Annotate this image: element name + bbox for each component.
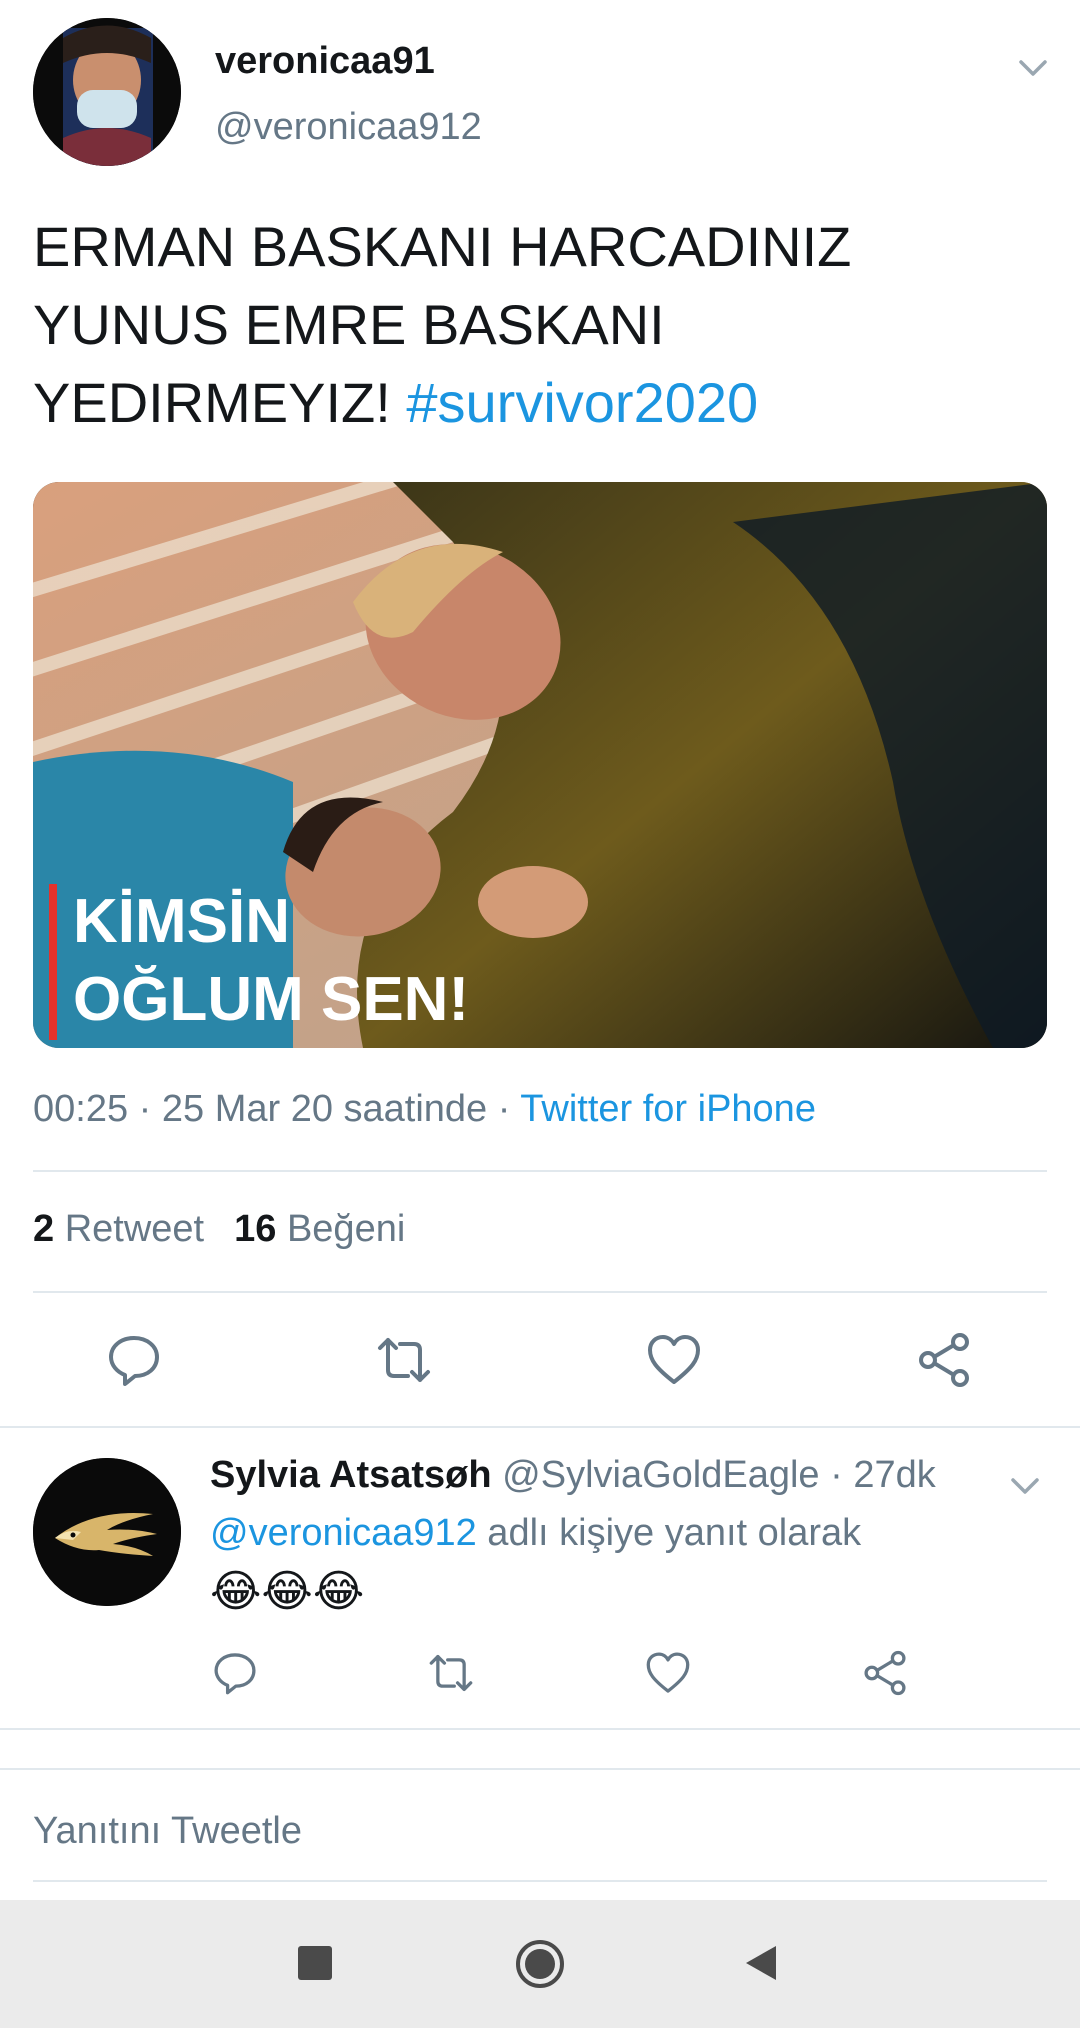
media-caption-line1: KİMSİN — [73, 887, 290, 956]
tweet-text-line-end: YEDIRMEYIZ! — [33, 371, 391, 434]
back-button[interactable] — [744, 1944, 778, 1982]
reply-icon[interactable] — [212, 1650, 258, 1696]
tweet-media-image[interactable]: KİMSİN OĞLUM SEN! — [33, 482, 1047, 1048]
system-navigation-bar — [0, 1900, 1080, 2028]
chevron-down-icon[interactable] — [1013, 48, 1053, 88]
divider — [33, 1291, 1047, 1293]
divider — [0, 1768, 1080, 1770]
compose-reply-input[interactable]: Yanıtını Tweetle — [33, 1810, 302, 1853]
divider — [33, 1170, 1047, 1172]
tweet-timestamp: 00:25 · 25 Mar 20 saatinde · Twitter for… — [33, 1088, 816, 1131]
divider — [0, 1728, 1080, 1730]
chevron-down-icon[interactable] — [1005, 1466, 1045, 1506]
author-handle[interactable]: @veronicaa912 — [215, 106, 482, 149]
heart-icon[interactable] — [645, 1650, 691, 1696]
like-count[interactable]: 16 — [234, 1208, 276, 1250]
retweet-label[interactable]: Retweet — [65, 1208, 204, 1250]
tweet-text-line: YEDIRMEYIZ! #survivor2020 — [33, 364, 1033, 442]
share-icon[interactable] — [916, 1332, 972, 1388]
reply-text: 😂😂😂 — [210, 1567, 365, 1616]
reply-handle-time[interactable]: @SylviaGoldEagle · 27dk — [492, 1454, 936, 1496]
heart-icon[interactable] — [646, 1332, 702, 1388]
reply-context-text: adlı kişiye yanıt olarak — [476, 1512, 862, 1554]
timestamp-text: 00:25 · 25 Mar 20 saatinde · — [33, 1088, 521, 1130]
retweet-icon[interactable] — [376, 1332, 432, 1388]
home-button[interactable] — [514, 1938, 566, 1990]
reply-tweet[interactable]: Sylvia Atsatsøh @SylviaGoldEagle · 27dk … — [0, 1428, 1080, 1728]
avatar[interactable] — [33, 18, 181, 166]
reply-header: Sylvia Atsatsøh @SylviaGoldEagle · 27dk — [210, 1454, 936, 1497]
recent-apps-button[interactable] — [298, 1946, 332, 1980]
like-label[interactable]: Beğeni — [287, 1208, 405, 1250]
author-display-name[interactable]: veronicaa91 — [215, 40, 435, 83]
tweet-stats: 2 Retweet 16 Beğeni — [33, 1208, 405, 1251]
source-link[interactable]: Twitter for iPhone — [520, 1088, 816, 1130]
reply-author-name[interactable]: Sylvia Atsatsøh — [210, 1454, 492, 1496]
reply-icon[interactable] — [106, 1332, 162, 1388]
tweet-header: veronicaa91 @veronicaa912 — [33, 18, 1047, 168]
tweet-text-line: YUNUS EMRE BASKANI — [33, 293, 665, 356]
tweet-text-line: ERMAN BASKANI HARCADINIZ — [33, 215, 852, 278]
share-icon[interactable] — [862, 1650, 908, 1696]
divider — [33, 1880, 1047, 1882]
avatar[interactable] — [33, 1458, 181, 1606]
retweet-count[interactable]: 2 — [33, 1208, 54, 1250]
media-caption-line2: OĞLUM SEN! — [73, 965, 469, 1034]
reply-context: @veronicaa912 adlı kişiye yanıt olarak — [210, 1512, 861, 1555]
tweet-text: ERMAN BASKANI HARCADINIZ YUNUS EMRE BASK… — [33, 208, 1033, 442]
mention-link[interactable]: @veronicaa912 — [210, 1512, 477, 1554]
retweet-icon[interactable] — [428, 1650, 474, 1696]
hashtag-link[interactable]: #survivor2020 — [406, 371, 758, 434]
